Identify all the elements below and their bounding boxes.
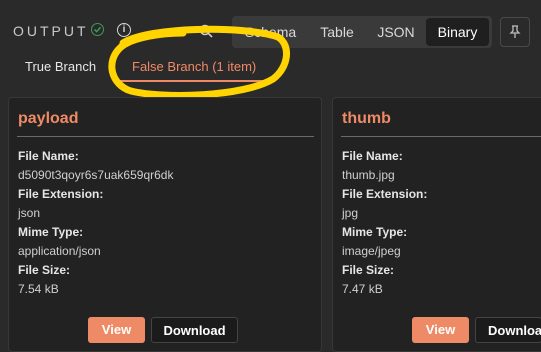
divider xyxy=(341,136,541,137)
file-size-label: File Size: xyxy=(342,263,395,277)
pin-icon xyxy=(509,25,521,38)
view-button[interactable]: View xyxy=(412,317,469,343)
output-title: OUTPUT xyxy=(13,23,89,39)
binary-card-thumb: thumb File Name: thumb.jpg File Extensio… xyxy=(332,97,541,352)
mime-label: Mime Type: xyxy=(342,225,408,239)
file-name-value: d5090t3qoyr6s7uak659qr6dk xyxy=(18,168,174,182)
mime-value: application/json xyxy=(18,244,101,258)
file-size-value: 7.54 kB xyxy=(18,282,59,296)
file-name-value: thumb.jpg xyxy=(342,168,395,182)
pin-button[interactable] xyxy=(500,17,530,47)
divider xyxy=(17,136,314,137)
download-button[interactable]: Download xyxy=(151,317,238,343)
file-ext-value: json xyxy=(18,206,41,220)
card-title: payload xyxy=(18,110,79,127)
true-branch-tab[interactable]: True Branch xyxy=(25,59,96,74)
file-ext-label: File Extension: xyxy=(342,187,428,201)
file-name-label: File Name: xyxy=(18,149,79,163)
mime-value: image/jpeg xyxy=(342,244,401,258)
highlight-annotation xyxy=(108,25,290,99)
download-button[interactable]: Downloa xyxy=(475,317,541,343)
tab-json[interactable]: JSON xyxy=(367,16,425,48)
mime-label: Mime Type: xyxy=(18,225,84,239)
tab-binary[interactable]: Binary xyxy=(426,18,489,46)
view-button[interactable]: View xyxy=(88,317,145,343)
tab-table[interactable]: Table xyxy=(307,16,367,48)
binary-card-payload: payload File Name: d5090t3qoyr6s7uak659q… xyxy=(8,97,322,352)
file-ext-label: File Extension: xyxy=(18,187,104,201)
file-name-label: File Name: xyxy=(342,149,403,163)
file-ext-value: jpg xyxy=(342,206,359,220)
file-size-value: 7.47 kB xyxy=(342,282,383,296)
file-size-label: File Size: xyxy=(18,263,71,277)
card-title: thumb xyxy=(342,110,391,127)
